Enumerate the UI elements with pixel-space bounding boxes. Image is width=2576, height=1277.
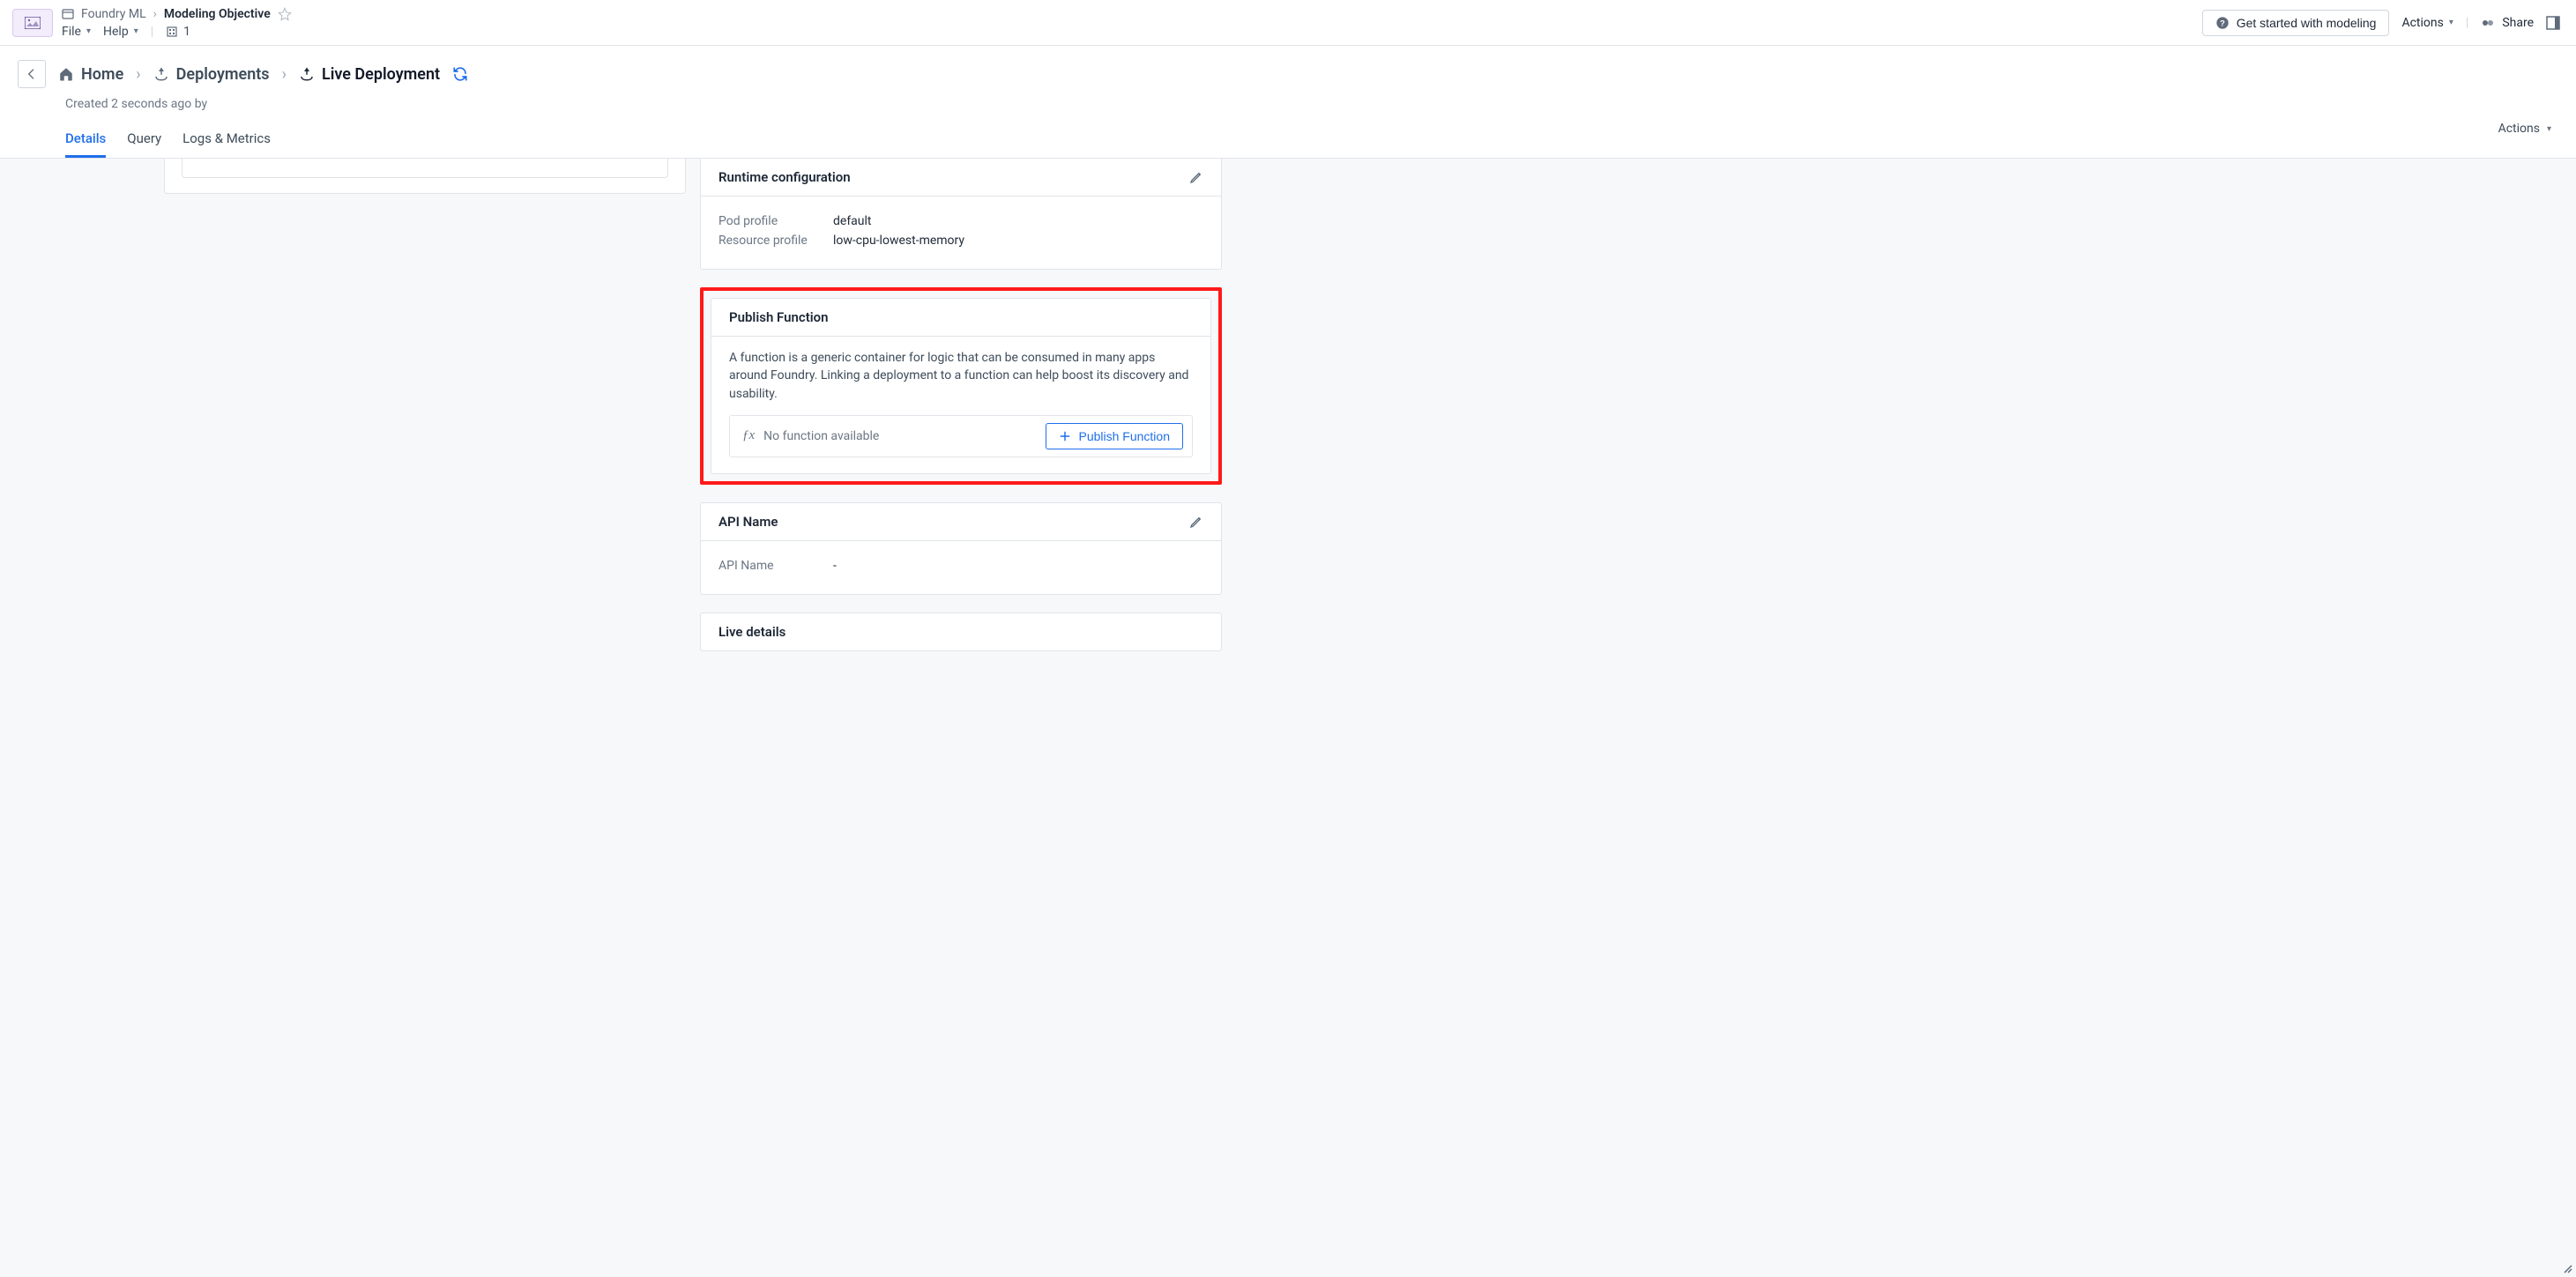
window-icon bbox=[62, 8, 74, 20]
publish-function-card: Publish Function A function is a generic… bbox=[711, 298, 1211, 474]
live-details-card: Live details bbox=[700, 613, 1222, 651]
sub-header: Home › Deployments › Live Deployment Cre… bbox=[0, 46, 2576, 159]
caret-down-icon: ▾ bbox=[2449, 18, 2453, 27]
kv-value: default bbox=[833, 214, 872, 228]
breadcrumb-main: Home › Deployments › Live Deployment bbox=[18, 60, 2576, 88]
runtime-card-body: Pod profile default Resource profile low… bbox=[701, 197, 1221, 269]
kv-value: low-cpu-lowest-memory bbox=[833, 234, 964, 248]
divider: | bbox=[2466, 16, 2468, 30]
chevron-right-icon: › bbox=[136, 65, 140, 84]
share-button[interactable]: Share bbox=[2481, 16, 2534, 30]
chevron-right-icon: › bbox=[282, 65, 287, 84]
left-panel-inner-bottom bbox=[182, 159, 668, 178]
divider: | bbox=[151, 25, 153, 39]
runtime-card-header: Runtime configuration bbox=[701, 159, 1221, 197]
resize-handle-icon[interactable] bbox=[2562, 1263, 2572, 1273]
back-button[interactable] bbox=[18, 60, 46, 88]
live-deploy-icon bbox=[299, 66, 315, 82]
fx-icon: ƒx bbox=[742, 428, 755, 443]
publish-function-button[interactable]: Publish Function bbox=[1046, 423, 1183, 449]
app-logo-icon bbox=[12, 9, 53, 37]
kv-pod-profile: Pod profile default bbox=[718, 214, 1203, 228]
breadcrumb-separator: › bbox=[153, 7, 157, 21]
publish-highlight: Publish Function A function is a generic… bbox=[700, 287, 1222, 485]
live-card-header: Live details bbox=[701, 613, 1221, 650]
edit-icon[interactable] bbox=[1189, 170, 1203, 184]
publish-description: A function is a generic container for lo… bbox=[729, 349, 1193, 403]
kv-api-name: API Name - bbox=[718, 559, 1203, 573]
share-icon bbox=[2481, 16, 2497, 30]
created-meta: Created 2 seconds ago by bbox=[65, 97, 2576, 111]
home-icon bbox=[58, 66, 74, 82]
tab-logs-metrics[interactable]: Logs & Metrics bbox=[182, 130, 271, 158]
actions-menu-top[interactable]: Actions ▾ bbox=[2401, 16, 2453, 30]
refresh-icon[interactable] bbox=[452, 66, 468, 82]
top-left-group: Foundry ML › Modeling Objective File▾ He… bbox=[62, 4, 292, 42]
publish-card-body: A function is a generic container for lo… bbox=[711, 337, 1210, 473]
tab-query[interactable]: Query bbox=[127, 130, 161, 158]
get-started-button[interactable]: ? Get started with modeling bbox=[2202, 10, 2390, 36]
star-icon[interactable] bbox=[278, 7, 292, 21]
kv-label: Resource profile bbox=[718, 234, 833, 248]
help-circle-icon: ? bbox=[2215, 16, 2230, 30]
help-menu[interactable]: Help▾ bbox=[103, 25, 138, 39]
tab-details[interactable]: Details bbox=[65, 130, 106, 158]
no-function-label: ƒx No function available bbox=[742, 428, 879, 443]
caret-down-icon: ▾ bbox=[86, 26, 91, 36]
caret-down-icon: ▾ bbox=[2547, 124, 2551, 134]
kv-resource-profile: Resource profile low-cpu-lowest-memory bbox=[718, 234, 1203, 248]
api-card-body: API Name - bbox=[701, 541, 1221, 594]
runtime-config-card: Runtime configuration Pod profile defaul… bbox=[700, 159, 1222, 270]
crumb-current: Live Deployment bbox=[299, 65, 440, 84]
top-bar: Foundry ML › Modeling Objective File▾ He… bbox=[0, 0, 2576, 46]
crumb-deployments[interactable]: Deployments bbox=[153, 65, 270, 84]
tab-bar: Details Query Logs & Metrics bbox=[65, 130, 2576, 158]
crumb-home[interactable]: Home bbox=[58, 65, 123, 84]
kv-value: - bbox=[833, 559, 837, 573]
users-count[interactable]: 1 bbox=[166, 25, 190, 39]
content-area: Runtime configuration Pod profile defaul… bbox=[0, 159, 2576, 1277]
breadcrumb-current[interactable]: Modeling Objective bbox=[164, 7, 271, 21]
menu-bar: File▾ Help▾ | 1 bbox=[62, 25, 292, 39]
api-name-card: API Name API Name - bbox=[700, 502, 1222, 595]
actions-menu-sub[interactable]: Actions ▾ bbox=[2498, 122, 2551, 136]
api-card-header: API Name bbox=[701, 503, 1221, 541]
svg-text:?: ? bbox=[2220, 19, 2225, 27]
plus-icon bbox=[1059, 430, 1071, 442]
publish-card-header: Publish Function bbox=[711, 299, 1210, 337]
kv-label: API Name bbox=[718, 559, 833, 573]
deployment-icon bbox=[153, 66, 169, 82]
caret-down-icon: ▾ bbox=[134, 26, 138, 36]
panel-toggle-icon[interactable] bbox=[2546, 16, 2560, 30]
kv-label: Pod profile bbox=[718, 214, 833, 228]
edit-icon[interactable] bbox=[1189, 515, 1203, 529]
top-right-group: ? Get started with modeling Actions ▾ | … bbox=[2202, 10, 2576, 36]
right-column: Runtime configuration Pod profile defaul… bbox=[700, 159, 1222, 651]
breadcrumb-top: Foundry ML › Modeling Objective bbox=[62, 7, 292, 21]
building-icon bbox=[166, 26, 178, 38]
breadcrumb-root[interactable]: Foundry ML bbox=[81, 7, 146, 21]
file-menu[interactable]: File▾ bbox=[62, 25, 91, 39]
function-row: ƒx No function available Publish Functio… bbox=[729, 415, 1193, 457]
